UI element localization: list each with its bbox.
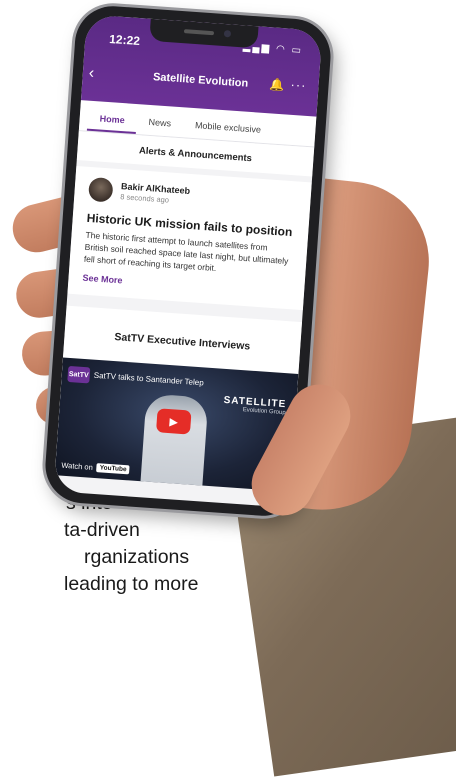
tab-news[interactable]: News (136, 116, 184, 137)
app-header: 12:22 ▂▄▆ ◠ ▭ ‹ Satellite Evolution 🔔 ··… (80, 14, 323, 117)
interviews-title: SatTV Executive Interviews (114, 331, 251, 353)
avatar[interactable] (87, 176, 114, 203)
status-time: 12:22 (108, 31, 141, 49)
youtube-logo: YouTube (96, 463, 130, 475)
video-presenter (140, 393, 209, 490)
video-title[interactable]: SatTV talks to Santander Telep (93, 371, 204, 388)
alert-post-card[interactable]: Bakir AlKhateeb 8 seconds ago Historic U… (67, 165, 312, 311)
watch-on-label: Watch on (61, 460, 94, 472)
sattv-channel-logo[interactable]: SatTV (67, 365, 91, 384)
bell-icon[interactable]: 🔔 (269, 77, 285, 92)
tab-home[interactable]: Home (86, 112, 137, 135)
status-icons: ▂▄▆ ◠ ▭ (242, 41, 304, 57)
watch-on-youtube[interactable]: Watch on YouTube (61, 461, 130, 475)
play-button[interactable]: ▶ (155, 408, 192, 435)
more-icon[interactable]: ··· (290, 77, 307, 93)
brand-watermark: SATELLITE Evolution Group (223, 395, 286, 416)
author-row: Bakir AlKhateeb 8 seconds ago (87, 176, 297, 215)
